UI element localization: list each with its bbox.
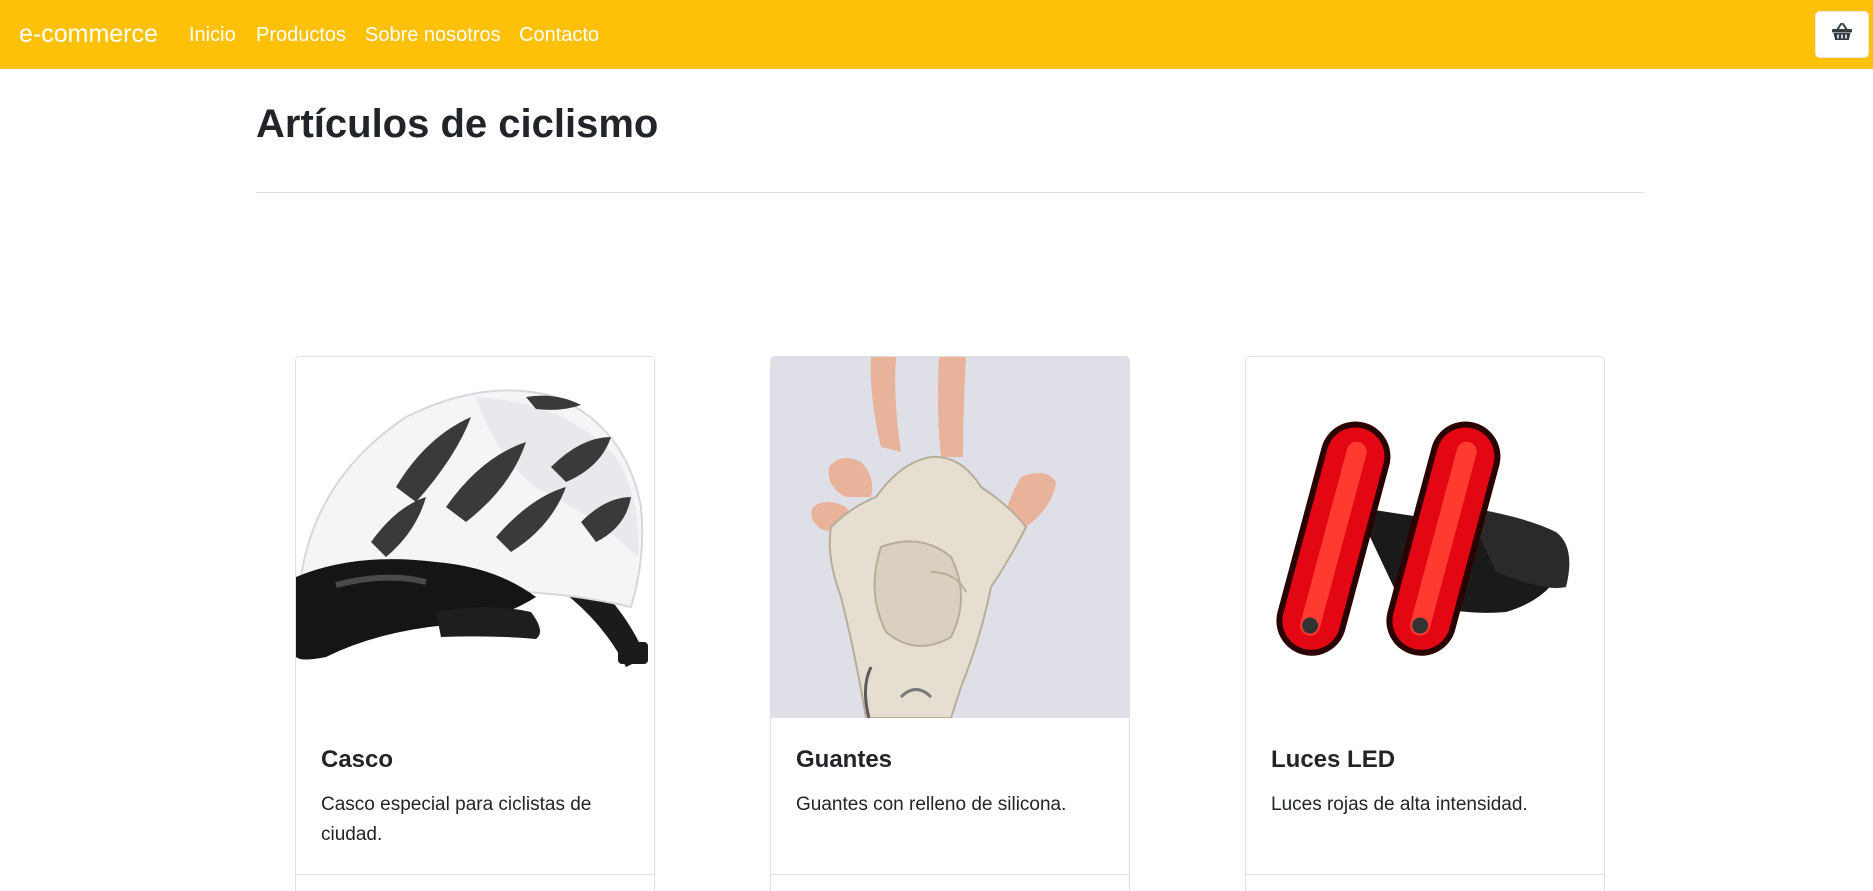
bicycle-helmet-image	[296, 357, 654, 718]
card-footer-divider	[771, 874, 1129, 875]
product-card-luces-led: Luces LED Luces rojas de alta intensidad…	[1245, 356, 1605, 891]
top-navbar: e-commerce Inicio Productos Sobre nosotr…	[0, 0, 1873, 69]
brand-link[interactable]: e-commerce	[19, 17, 158, 51]
product-name: Guantes	[796, 746, 893, 773]
title-divider	[256, 192, 1644, 193]
page-title: Artículos de ciclismo	[256, 102, 659, 146]
product-card-casco: Casco Casco especial para ciclistas de c…	[295, 356, 655, 891]
product-description: Casco especial para ciclistas de ciudad.	[321, 794, 592, 845]
shopping-basket-icon	[1831, 23, 1853, 46]
nav-link-sobre-nosotros[interactable]: Sobre nosotros	[365, 22, 501, 48]
product-description: Luces rojas de alta intensidad.	[1271, 794, 1528, 815]
product-description: Guantes con relleno de silicona.	[796, 794, 1067, 815]
nav-link-contacto[interactable]: Contacto	[519, 22, 599, 48]
nav-link-inicio[interactable]: Inicio	[189, 22, 236, 48]
cycling-glove-image	[771, 357, 1129, 718]
card-footer-divider	[1246, 874, 1604, 875]
product-card-guantes: Guantes Guantes con relleno de silicona.	[770, 356, 1130, 891]
red-led-lights-image	[1246, 357, 1604, 718]
product-name: Casco	[321, 746, 394, 773]
cart-button[interactable]	[1815, 11, 1869, 58]
product-name: Luces LED	[1271, 746, 1396, 773]
card-footer-divider	[296, 874, 654, 875]
nav-link-productos[interactable]: Productos	[256, 22, 346, 48]
